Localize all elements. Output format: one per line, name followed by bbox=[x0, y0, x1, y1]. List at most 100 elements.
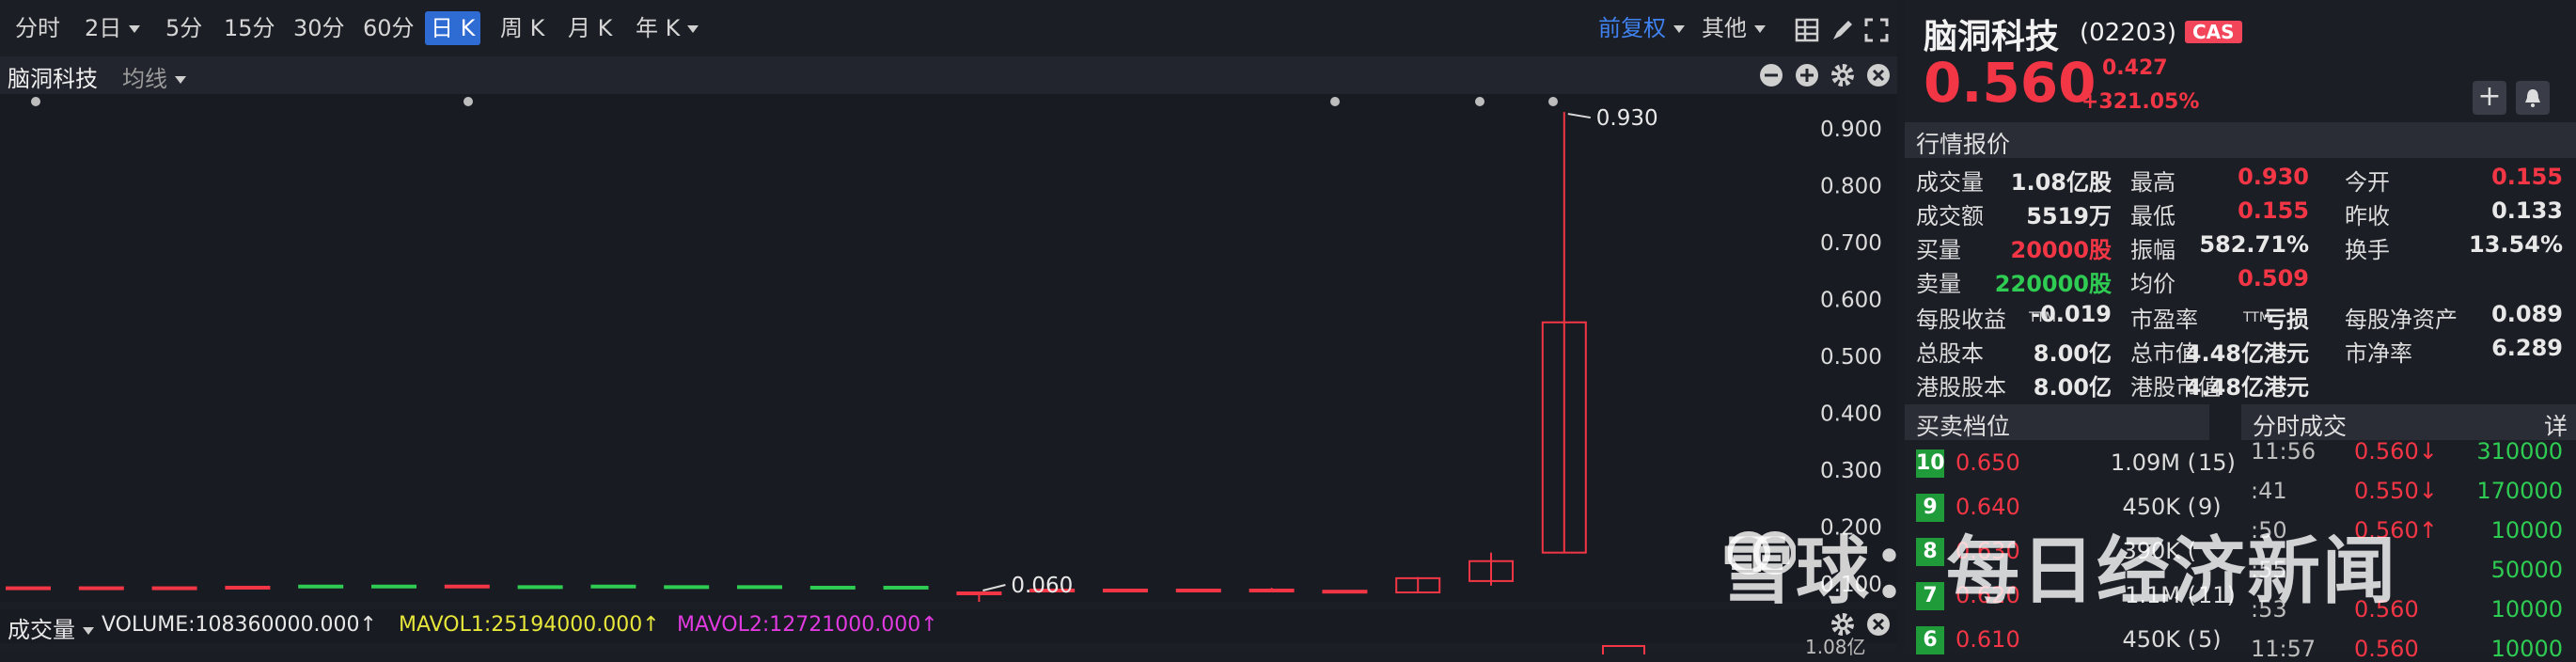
tick-time: 11:57 bbox=[2251, 636, 2317, 662]
candle-body bbox=[225, 585, 271, 590]
quote-stock-code: (02203) bbox=[2080, 19, 2176, 47]
quote-value: 0.155 bbox=[2238, 197, 2309, 224]
quote-value: 6.289 bbox=[2491, 335, 2563, 361]
candle-body bbox=[517, 585, 563, 590]
quote-value: 20000股 bbox=[2010, 237, 2113, 263]
candlestick-chart[interactable]: 0.9000.8000.7000.6000.5000.4000.3000.200… bbox=[0, 94, 1897, 602]
y-tick-label: 0.300 bbox=[1820, 459, 1882, 483]
y-tick-label: 0.500 bbox=[1820, 345, 1882, 370]
y-tick-label: 0.600 bbox=[1820, 289, 1882, 313]
alert-button[interactable] bbox=[2516, 81, 2550, 115]
tick-volume: 310000 bbox=[2476, 438, 2563, 465]
quote-value: 8.00亿 bbox=[2033, 374, 2112, 401]
candle-body bbox=[590, 584, 636, 589]
volume-bar-latest bbox=[1602, 645, 1645, 654]
volume-select[interactable]: 成交量 bbox=[8, 611, 94, 644]
quote-value: 0.155 bbox=[2491, 164, 2563, 190]
candle-body bbox=[664, 585, 710, 590]
orderbook-count: 15) bbox=[2198, 449, 2236, 476]
candle-body bbox=[883, 585, 929, 590]
fullscreen-icon[interactable] bbox=[1863, 17, 1890, 43]
quote-value: 1.08亿股 bbox=[2010, 169, 2112, 196]
tf-timeshare[interactable]: 分时 bbox=[9, 11, 66, 45]
candle-body bbox=[956, 591, 1002, 595]
tick-volume: 170000 bbox=[2476, 478, 2563, 504]
zoom-out-icon[interactable] bbox=[1758, 62, 1784, 88]
tf-monthly[interactable]: 月 K bbox=[562, 11, 618, 45]
ticks-detail-button[interactable]: 详 bbox=[2544, 408, 2568, 442]
quote-value: 0.930 bbox=[2238, 164, 2309, 190]
tick-time: 11:56 bbox=[2251, 438, 2317, 465]
quote-value: 13.54% bbox=[2469, 231, 2563, 258]
orderbook-price: 0.610 bbox=[1956, 626, 2020, 653]
ticks-header: 分时成交 详 bbox=[2241, 404, 2576, 440]
volume-axis-label: 1.08亿 bbox=[1805, 636, 1866, 658]
tick-volume: 50000 bbox=[2490, 557, 2563, 583]
y-tick-label: 0.400 bbox=[1820, 402, 1882, 427]
candle-body bbox=[1103, 588, 1148, 592]
volume-bar: 成交量 VOLUME:108360000.000↑ MAVOL1:2519400… bbox=[0, 609, 1897, 658]
tick-volume: 10000 bbox=[2490, 596, 2563, 623]
quote-label: 换手 bbox=[2345, 237, 2390, 263]
y-tick-label: 0.700 bbox=[1820, 231, 1882, 256]
tf-30min[interactable]: 30分 bbox=[288, 11, 351, 45]
quote-value: 亏损 bbox=[2264, 307, 2309, 333]
chart-toolbar: 分时 2日 5分 15分 30分 60分 日 K 周 K 月 K 年 K 前复权… bbox=[0, 0, 1897, 56]
grid-icon[interactable] bbox=[1794, 17, 1820, 43]
tf-5min[interactable]: 5分 bbox=[160, 11, 208, 45]
tick-volume: 10000 bbox=[2490, 517, 2563, 544]
up-arrow-icon: 🠕 bbox=[2081, 61, 2091, 85]
mavol1-value: MAVOL1:25194000.000↑ bbox=[399, 613, 660, 637]
chart-subbar: 脑洞科技 均线 bbox=[0, 56, 1897, 94]
candle-body bbox=[1249, 588, 1295, 592]
tf-2day[interactable]: 2日 bbox=[79, 11, 146, 45]
candle-body bbox=[78, 586, 124, 591]
tick-volume: 10000 bbox=[2490, 636, 2563, 662]
candle-body bbox=[737, 585, 782, 590]
orderbook-count: 5) bbox=[2198, 626, 2222, 653]
event-marker bbox=[463, 97, 473, 106]
tf-daily[interactable]: 日 K bbox=[425, 11, 481, 45]
quote-label: 今开 bbox=[2345, 169, 2390, 196]
orderbook-volume: 1.09M ( bbox=[2110, 449, 2196, 476]
close-icon[interactable] bbox=[1865, 62, 1892, 88]
quote-price: 0.560 bbox=[1924, 51, 2097, 115]
adjust-select[interactable]: 前复权 bbox=[1593, 11, 1690, 45]
orderbook-title: 买卖档位 bbox=[1916, 413, 2011, 440]
zoom-in-icon[interactable] bbox=[1794, 62, 1820, 88]
ticks-title: 分时成交 bbox=[2253, 413, 2348, 440]
add-watchlist-button[interactable]: + bbox=[2473, 81, 2506, 115]
quote-value: 4.48亿港元 bbox=[2185, 374, 2309, 401]
y-tick-label: 0.900 bbox=[1820, 118, 1882, 142]
watermark-text: 雪球：每日经济新闻 bbox=[1720, 529, 2398, 614]
indicator-select[interactable]: 均线 bbox=[122, 60, 186, 93]
high-annotation: 0.930 bbox=[1596, 106, 1658, 131]
event-marker bbox=[31, 97, 40, 106]
mavol2-value: MAVOL2:12721000.000↑ bbox=[677, 613, 938, 637]
tf-weekly[interactable]: 周 K bbox=[495, 11, 550, 45]
other-select[interactable]: 其他 bbox=[1696, 11, 1771, 45]
quote-change-pct: +321.05% bbox=[2081, 90, 2200, 114]
quote-value: 5519万 bbox=[2026, 203, 2112, 229]
tf-yearly[interactable]: 年 K bbox=[630, 11, 704, 45]
quote-value: 8.00亿 bbox=[2033, 340, 2112, 367]
tick-time: :41 bbox=[2251, 478, 2287, 504]
quote-value: 220000股 bbox=[1994, 271, 2112, 297]
quote-value: -0.019 bbox=[2031, 301, 2112, 327]
chart-stock-name: 脑洞科技 bbox=[8, 66, 98, 92]
tf-15min[interactable]: 15分 bbox=[218, 11, 281, 45]
event-marker bbox=[1475, 97, 1484, 106]
plus-icon: + bbox=[2477, 80, 2502, 113]
settings-icon[interactable] bbox=[1830, 62, 1856, 88]
pen-icon[interactable] bbox=[1830, 17, 1856, 43]
orderbook-header: 买卖档位 bbox=[1905, 404, 2209, 440]
quote-value: 0.133 bbox=[2491, 197, 2563, 224]
quote-value: 0.089 bbox=[2491, 301, 2563, 327]
orderbook-level-badge: 10 bbox=[1916, 449, 1945, 478]
quote-value: 582.71% bbox=[2199, 231, 2309, 258]
quote-label: 昨收 bbox=[2345, 203, 2390, 229]
candle-body bbox=[371, 584, 416, 589]
tf-60min[interactable]: 60分 bbox=[357, 11, 420, 45]
candle-body bbox=[6, 586, 51, 591]
quote-change: 0.427 bbox=[2102, 56, 2168, 80]
